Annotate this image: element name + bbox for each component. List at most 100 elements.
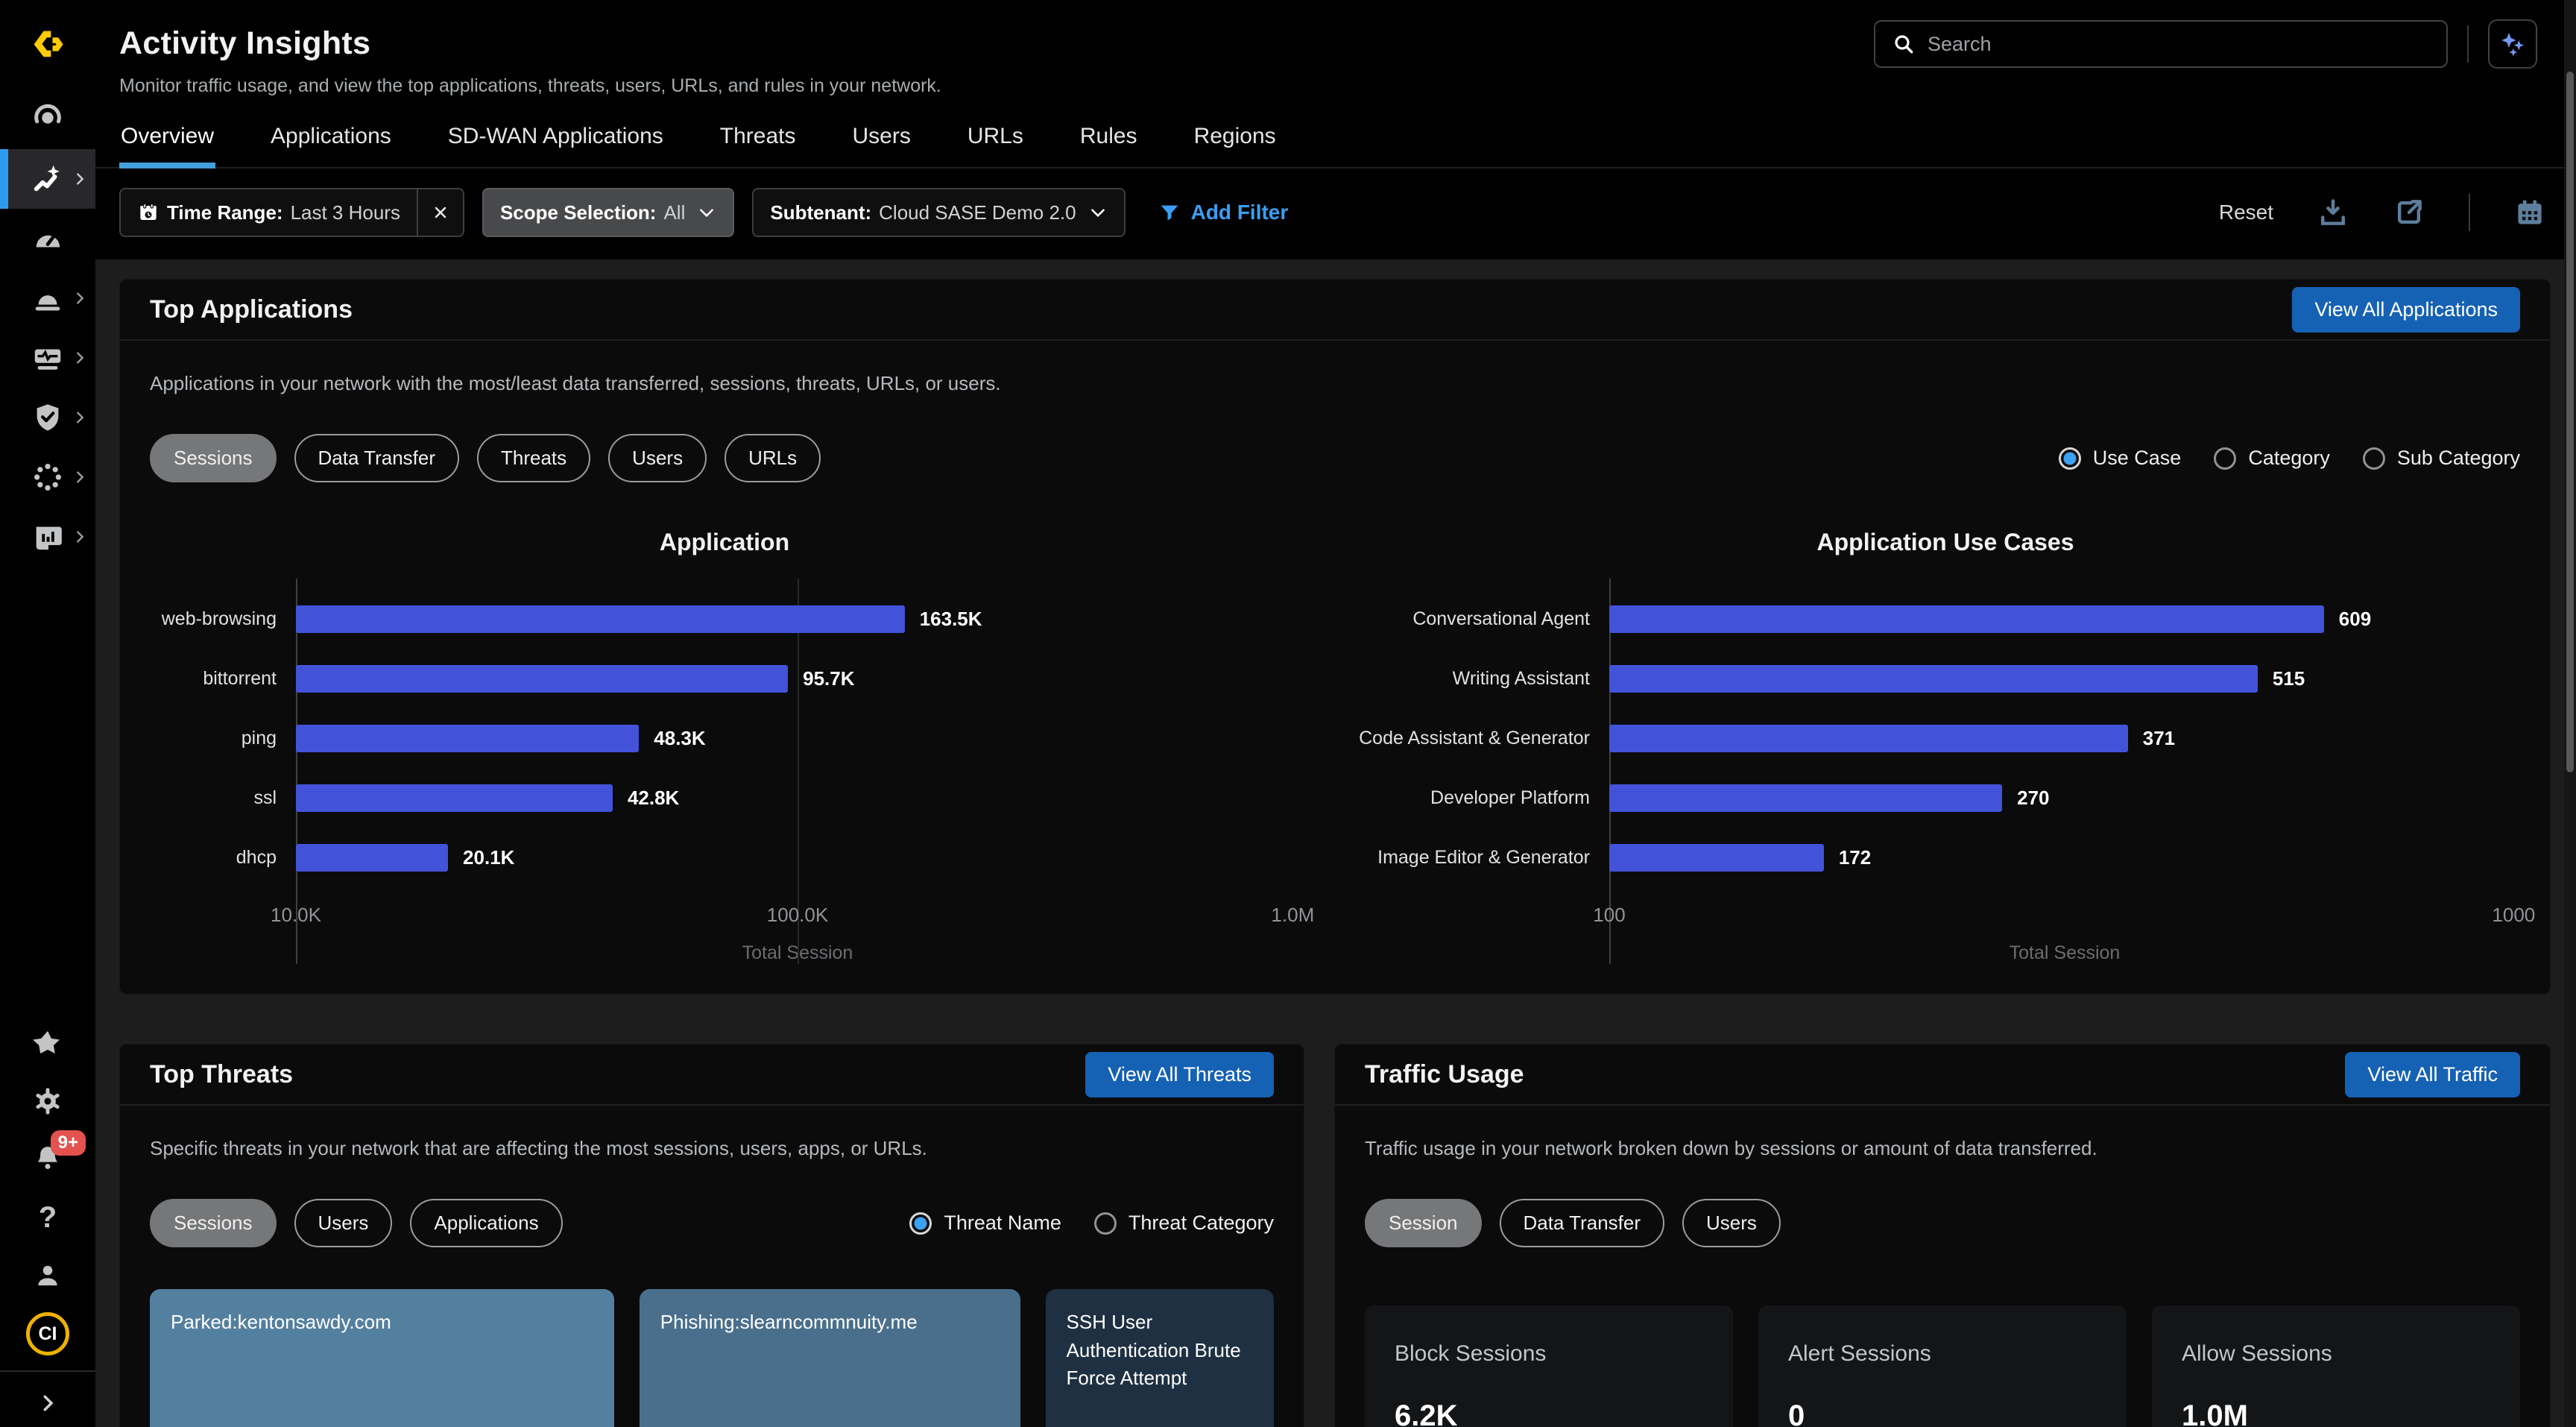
- view-all-traffic-button[interactable]: View All Traffic: [2345, 1052, 2520, 1097]
- tab-overview[interactable]: Overview: [119, 115, 215, 167]
- add-filter-button[interactable]: Add Filter: [1158, 201, 1289, 224]
- sidebar-item-security-posture[interactable]: [0, 388, 95, 447]
- bar-code-assistant-generator[interactable]: [1609, 725, 2128, 752]
- pill-data-transfer[interactable]: Data Transfer: [1500, 1199, 1665, 1247]
- favorites-button[interactable]: [0, 1014, 95, 1072]
- header-divider: [2467, 25, 2469, 63]
- settings-button[interactable]: [0, 1072, 95, 1130]
- subtenant-chip[interactable]: Subtenant: Cloud SASE Demo 2.0: [752, 188, 1125, 237]
- chart-row: 609: [1609, 589, 2520, 649]
- close-icon: [432, 204, 449, 221]
- pill-users[interactable]: Users: [608, 434, 707, 482]
- download-button[interactable]: [2317, 196, 2349, 229]
- subtenant-chip-main[interactable]: Subtenant: Cloud SASE Demo 2.0: [754, 189, 1123, 236]
- bar-conversational-agent[interactable]: [1609, 605, 2324, 633]
- sidebar: 9+ ? CI: [0, 0, 95, 1427]
- category-label: Developer Platform: [1371, 768, 1609, 828]
- chart-row: 20.1K: [296, 828, 1299, 887]
- sidebar-item-activity-insights[interactable]: [0, 149, 95, 209]
- time-range-filter-chip[interactable]: Time Range: Last 3 Hours: [119, 188, 464, 237]
- question-mark-icon: ?: [39, 1201, 57, 1235]
- radio-use-case[interactable]: Use Case: [2059, 447, 2182, 470]
- share-button[interactable]: [2393, 196, 2425, 229]
- scrollbar-thumb[interactable]: [2566, 72, 2574, 772]
- notifications-button[interactable]: 9+: [0, 1130, 95, 1188]
- bar-bittorrent[interactable]: [296, 665, 788, 693]
- scope-selection-chip[interactable]: Scope Selection: All: [482, 188, 734, 237]
- metric-toggle-group: Sessions Users Applications: [150, 1199, 563, 1247]
- stat-card-block-sessions: Block Sessions6.2K: [1365, 1305, 1733, 1427]
- pill-applications[interactable]: Applications: [410, 1199, 562, 1247]
- search-box[interactable]: [1874, 20, 2448, 68]
- pill-urls[interactable]: URLs: [724, 434, 821, 482]
- bar-developer-platform[interactable]: [1609, 784, 2002, 812]
- help-button[interactable]: ?: [0, 1188, 95, 1247]
- radio-threat-name[interactable]: Threat Name: [909, 1212, 1061, 1235]
- sidebar-item-incidents-alerts[interactable]: [0, 268, 95, 328]
- sidebar-bottom: 9+ ? CI: [0, 1014, 95, 1427]
- tab-regions[interactable]: Regions: [1193, 115, 1278, 167]
- ai-copilot-button[interactable]: [2488, 19, 2537, 69]
- category-label: dhcp: [150, 828, 296, 887]
- remove-time-range-button[interactable]: [417, 189, 463, 236]
- pill-session[interactable]: Session: [1365, 1199, 1482, 1247]
- tab-urls[interactable]: URLs: [966, 115, 1025, 167]
- pill-sessions[interactable]: Sessions: [150, 1199, 277, 1247]
- top-threats-controls: Sessions Users Applications Threat Name Thr…: [150, 1199, 1274, 1247]
- activity-insights-icon: [31, 162, 65, 196]
- pill-threats[interactable]: Threats: [477, 434, 590, 482]
- tenant-switcher[interactable]: CI: [0, 1305, 95, 1363]
- reset-button[interactable]: Reset: [2219, 201, 2273, 224]
- radio-threat-category[interactable]: Threat Category: [1094, 1212, 1274, 1235]
- top-threats-header: Top Threats View All Threats: [120, 1045, 1304, 1106]
- radio-sub-category[interactable]: Sub Category: [2363, 447, 2520, 470]
- treemap-block-ssh-user-authentication-brute-force-attempt[interactable]: SSH User Authentication Brute Force Atte…: [1046, 1289, 1274, 1427]
- brand-logo[interactable]: [0, 0, 95, 89]
- expand-sidebar-button[interactable]: [0, 1379, 95, 1427]
- user-profile-button[interactable]: [0, 1247, 95, 1305]
- pill-users[interactable]: Users: [1682, 1199, 1781, 1247]
- view-all-threats-button[interactable]: View All Threats: [1085, 1052, 1274, 1097]
- tab-threats[interactable]: Threats: [719, 115, 798, 167]
- application-chart: Applicationweb-browsingbittorrentpingssl…: [150, 529, 1299, 964]
- tab-applications[interactable]: Applications: [269, 115, 393, 167]
- sidebar-item-command-center[interactable]: [0, 89, 95, 149]
- bar-writing-assistant[interactable]: [1609, 665, 2258, 693]
- sidebar-item-device-insights[interactable]: [0, 507, 95, 567]
- header-right: [1874, 19, 2537, 69]
- notification-badge: 9+: [51, 1130, 86, 1156]
- bar-web-browsing[interactable]: [296, 605, 905, 633]
- bar-image-editor-generator[interactable]: [1609, 844, 1824, 872]
- pill-users[interactable]: Users: [294, 1199, 393, 1247]
- tenant-avatar: CI: [26, 1312, 69, 1355]
- tab-rules[interactable]: Rules: [1079, 115, 1139, 167]
- pill-sessions[interactable]: Sessions: [150, 434, 277, 482]
- scope-chip-main[interactable]: Scope Selection: All: [484, 189, 733, 236]
- target-icon: [31, 102, 65, 136]
- bar-ping[interactable]: [296, 725, 639, 752]
- tab-users[interactable]: Users: [851, 115, 912, 167]
- sparkles-icon: [2498, 29, 2528, 59]
- sidebar-item-dashboards[interactable]: [0, 209, 95, 268]
- sidebar-item-workflows[interactable]: [0, 328, 95, 388]
- chevron-down-icon: [1088, 203, 1108, 222]
- radio-category[interactable]: Category: [2214, 447, 2330, 470]
- schedule-button[interactable]: [2513, 196, 2546, 229]
- filter-bar-actions: Reset: [2219, 194, 2546, 231]
- threats-treemap: Parked:kentonsawdy.comPhishing:slearncom…: [150, 1289, 1274, 1427]
- view-all-applications-button[interactable]: View All Applications: [2292, 287, 2520, 333]
- treemap-block-phishing[interactable]: Phishing:slearncommnuity.me: [640, 1289, 1020, 1427]
- bottom-cards-row: Top Threats View All Threats Specific th…: [119, 1044, 2551, 1427]
- sidebar-item-discovery[interactable]: [0, 447, 95, 507]
- bar-value-label: 20.1K: [463, 846, 514, 869]
- pill-data-transfer[interactable]: Data Transfer: [294, 434, 460, 482]
- bar-dhcp[interactable]: [296, 844, 448, 872]
- search-input[interactable]: [1928, 33, 2430, 56]
- time-range-value: Last 3 Hours: [291, 201, 400, 224]
- tab-sd-wan-applications[interactable]: SD-WAN Applications: [446, 115, 665, 167]
- time-range-chip-main[interactable]: Time Range: Last 3 Hours: [121, 189, 417, 236]
- bar-ssl[interactable]: [296, 784, 613, 812]
- chevron-down-icon: [697, 203, 716, 222]
- page-scrollbar[interactable]: [2564, 0, 2576, 1427]
- treemap-block-parked[interactable]: Parked:kentonsawdy.com: [150, 1289, 614, 1427]
